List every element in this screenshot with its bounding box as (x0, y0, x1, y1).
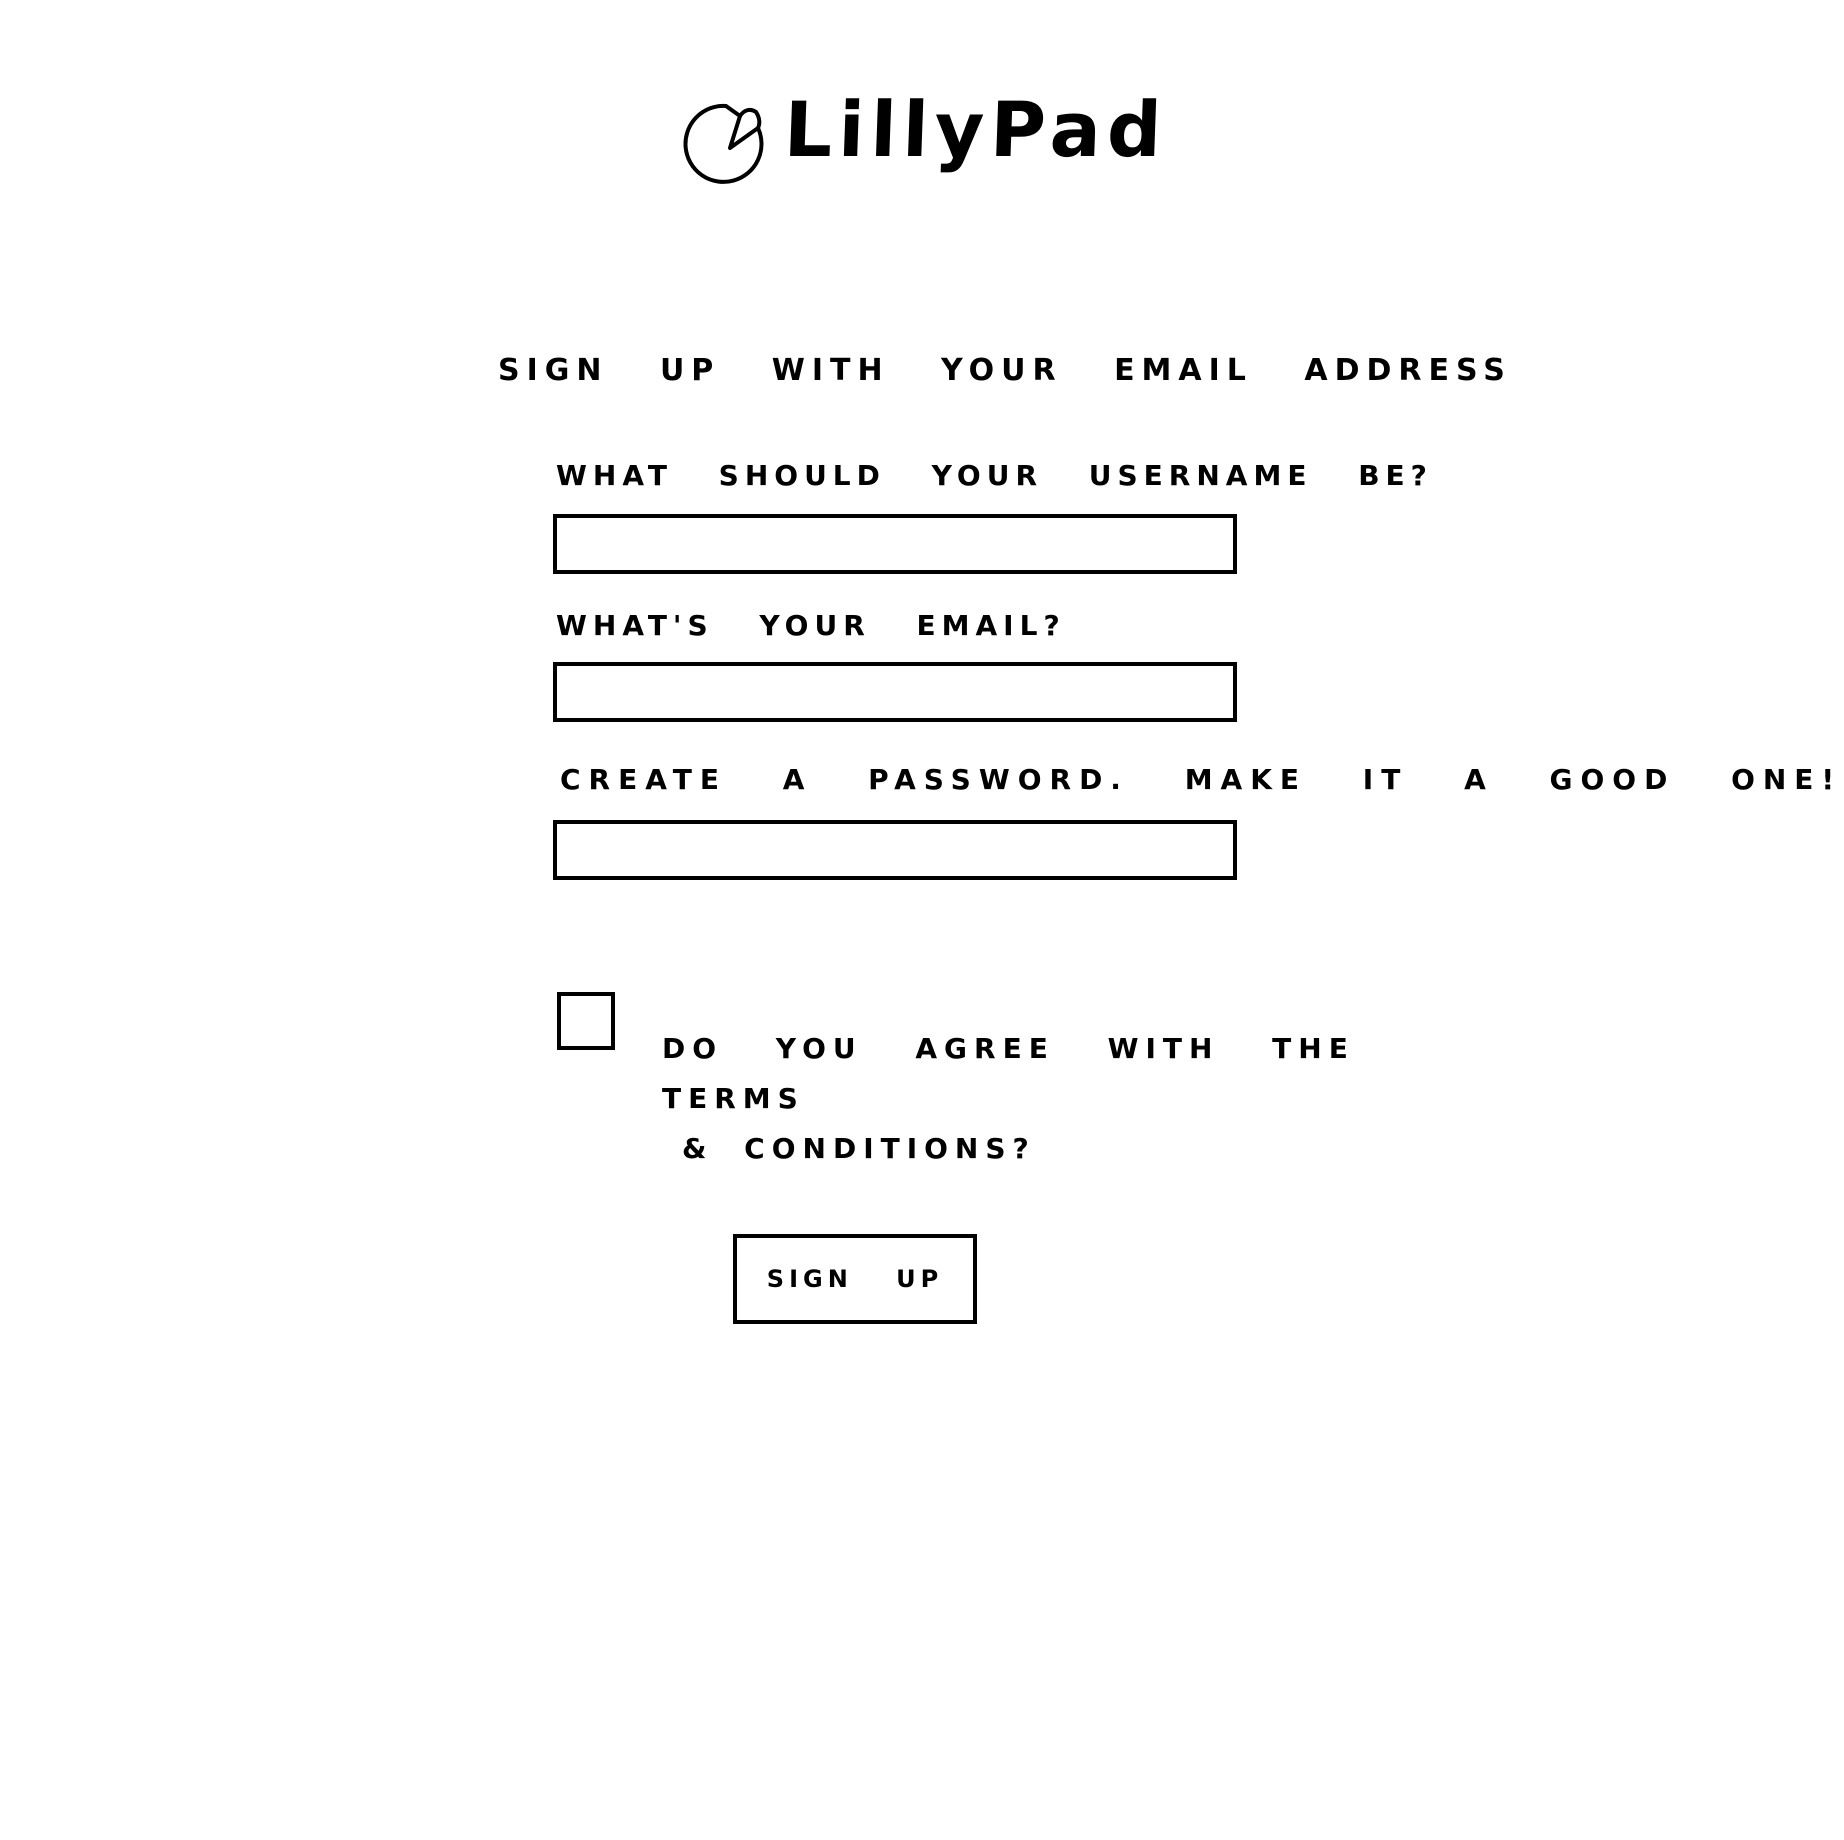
password-input[interactable] (553, 820, 1237, 880)
email-input[interactable] (553, 662, 1237, 722)
terms-label: Do you agree with the terms & conditions… (662, 1024, 1382, 1174)
logo-text: LillyPad (782, 85, 1170, 174)
lily-pad-icon (683, 103, 764, 184)
page-subtitle: Sign up with your email address (498, 353, 1512, 388)
email-label: What's your email? (556, 609, 1066, 642)
username-input[interactable] (553, 514, 1237, 574)
terms-label-line2: & conditions? (682, 1132, 1036, 1165)
terms-label-line1: Do you agree with the terms (662, 1032, 1355, 1115)
sign-up-button[interactable]: Sign up (733, 1234, 977, 1324)
terms-checkbox[interactable] (557, 992, 615, 1050)
username-label: What should your username be? (556, 459, 1433, 492)
app-logo: LillyPad (678, 85, 1170, 222)
password-label: Create a password. Make it a good one! (560, 763, 1843, 796)
